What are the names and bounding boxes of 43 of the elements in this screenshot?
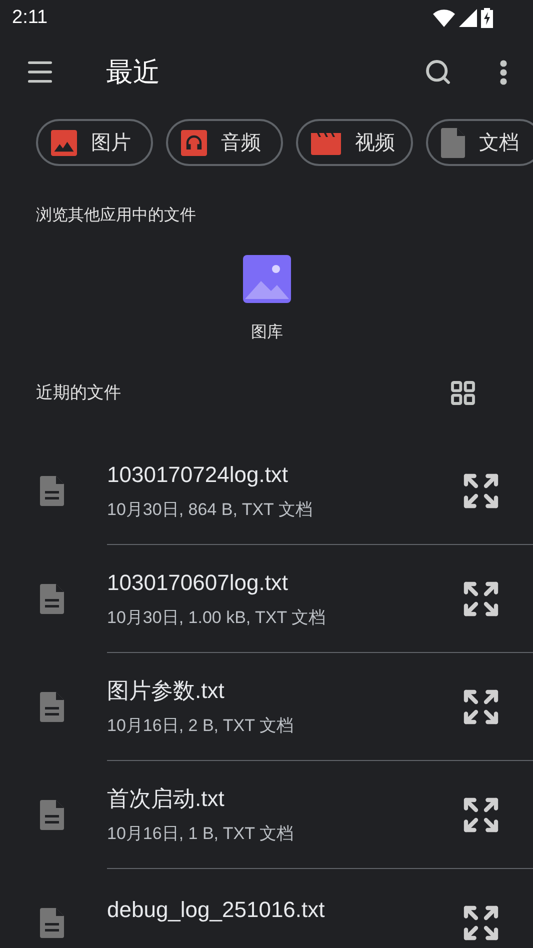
filter-chip[interactable]: 图片 [36,119,153,166]
filter-chip[interactable]: 文档 [426,119,533,166]
document-icon [40,476,64,506]
gallery-icon [243,255,291,303]
more-options-icon [500,60,507,84]
filter-chip[interactable]: 视频 [296,119,413,166]
signal-icon [459,9,477,27]
document-icon [40,692,64,722]
expand-icon [461,903,501,943]
grid-icon [449,379,477,407]
app-shortcut[interactable]: 图库 [235,255,299,345]
document-icon [40,800,64,830]
file-row[interactable]: 图片参数.txt 10月16日, 2 B, TXT 文档 [0,653,533,761]
file-name: 图片参数.txt [107,677,226,706]
headphones-icon [181,130,207,156]
preview-button[interactable] [461,903,501,943]
document-icon [40,908,64,938]
file-name: 1030170724log.txt [107,461,290,490]
file-details: 10月30日, 864 B, TXT 文档 [107,499,314,522]
page-title: 最近 [106,56,161,89]
section-heading: 近期的文件 [36,382,121,404]
battery-icon [481,8,493,28]
file-details: 10月30日, 1.00 kB, TXT 文档 [107,607,327,630]
file-icon [441,128,465,158]
document-icon [40,584,64,614]
file-row[interactable]: debug_log_251016.txt [0,869,533,948]
status-time: 2:11 [12,6,48,30]
file-row[interactable]: 1030170724log.txt 10月30日, 864 B, TXT 文档 [0,437,533,545]
file-row[interactable]: 1030170607log.txt 10月30日, 1.00 kB, TXT 文档 [0,545,533,653]
file-details: 10月16日, 2 B, TXT 文档 [107,715,294,738]
filter-chip[interactable]: 音频 [166,119,283,166]
clapperboard-icon [311,130,341,154]
file-name: debug_log_251016.txt [107,896,326,924]
image-icon [51,130,77,156]
file-row[interactable]: 首次启动.txt 10月16日, 1 B, TXT 文档 [0,761,533,869]
file-details: 10月16日, 1 B, TXT 文档 [107,823,294,846]
wifi-icon [433,9,455,27]
grid-view-button[interactable] [449,379,477,407]
file-name: 1030170607log.txt [107,569,290,598]
search-icon [424,58,452,86]
section-heading: 浏览其他应用中的文件 [35,206,197,226]
search-button[interactable] [424,58,452,86]
file-name: 首次启动.txt [107,785,226,814]
